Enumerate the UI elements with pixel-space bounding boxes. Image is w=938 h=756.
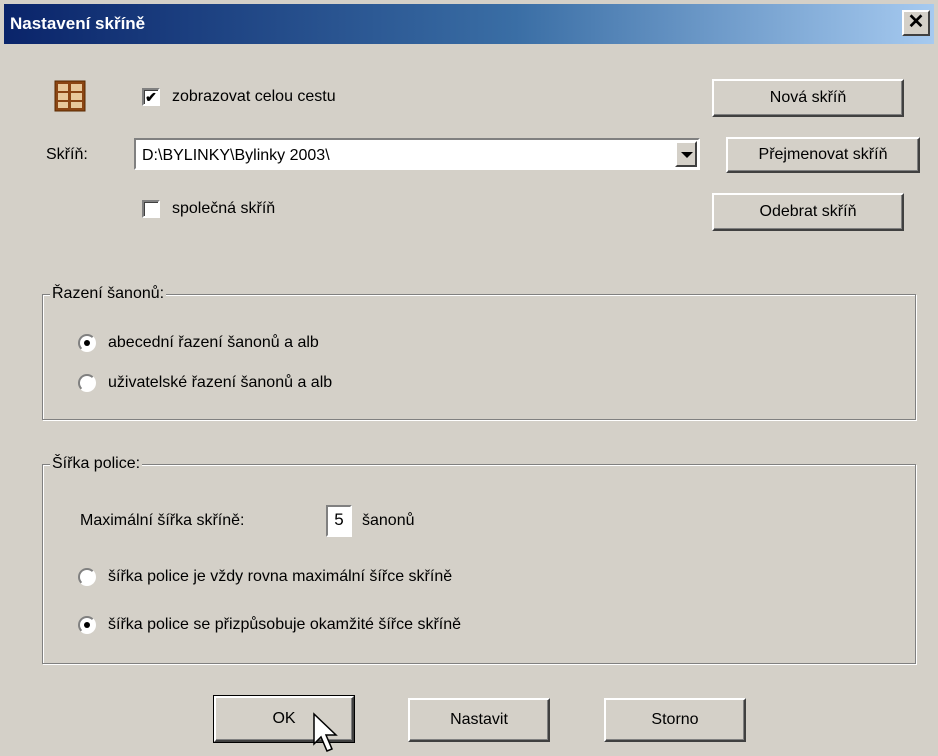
sort-user-label[interactable]: uživatelské řazení šanonů a alb — [108, 374, 332, 392]
cabinet-icon — [54, 80, 86, 112]
shelf-fixed-radio[interactable] — [78, 568, 96, 586]
shelf-adaptive-label[interactable]: šířka police se přizpůsobuje okamžité ší… — [108, 616, 461, 634]
sort-alphabetical-label[interactable]: abecední řazení šanonů a alb — [108, 334, 319, 352]
apply-label: Nastavit — [450, 711, 508, 728]
cabinet-label: Skříň: — [46, 146, 88, 163]
max-width-unit: šanonů — [362, 512, 415, 529]
chevron-down-icon[interactable] — [675, 141, 697, 167]
max-width-label: Maximální šířka skříně: — [80, 512, 245, 529]
shelf-fixed-label[interactable]: šířka police je vždy rovna maximální šíř… — [108, 568, 452, 586]
close-icon: ✕ — [907, 11, 925, 33]
remove-cabinet-button[interactable]: Odebrat skříň — [712, 193, 904, 231]
sort-alphabetical-radio[interactable] — [78, 334, 96, 352]
cancel-label: Storno — [651, 711, 699, 728]
shared-cabinet-label[interactable]: společná skříň — [172, 200, 275, 218]
sorting-group-label: Řazení šanonů: — [50, 285, 167, 303]
shelf-adaptive-radio[interactable] — [78, 616, 96, 634]
rename-cabinet-label: Přejmenovat skříň — [758, 146, 888, 163]
show-full-path-checkbox[interactable]: ✔ — [142, 88, 160, 106]
shelf-width-group — [42, 464, 916, 664]
mouse-cursor-icon — [313, 712, 338, 752]
shared-cabinet-checkbox[interactable] — [142, 200, 160, 218]
apply-button[interactable]: Nastavit — [408, 698, 550, 742]
new-cabinet-button[interactable]: Nová skříň — [712, 79, 904, 117]
title-bar[interactable]: Nastavení skříně ✕ — [4, 4, 934, 44]
show-full-path-label[interactable]: zobrazovat celou cestu — [172, 88, 336, 106]
close-button[interactable]: ✕ — [902, 10, 930, 36]
checkmark-icon: ✔ — [145, 89, 157, 105]
ok-label: OK — [272, 710, 296, 727]
new-cabinet-label: Nová skříň — [769, 89, 847, 106]
max-width-input[interactable]: 5 — [326, 505, 352, 537]
sort-user-radio[interactable] — [78, 374, 96, 392]
window-title: Nastavení skříně — [10, 14, 146, 33]
sorting-group — [42, 294, 916, 420]
rename-cabinet-button[interactable]: Přejmenovat skříň — [726, 137, 920, 173]
cabinet-path-value: D:\BYLINKY\Bylinky 2003\ — [142, 147, 330, 164]
shelf-width-group-label: Šířka police: — [50, 455, 143, 473]
remove-cabinet-label: Odebrat skříň — [759, 203, 857, 220]
cabinet-path-combobox[interactable]: D:\BYLINKY\Bylinky 2003\ — [134, 138, 700, 170]
settings-dialog: Nastavení skříně ✕ ✔ zobrazovat celou ce… — [0, 0, 938, 756]
cancel-button[interactable]: Storno — [604, 698, 746, 742]
